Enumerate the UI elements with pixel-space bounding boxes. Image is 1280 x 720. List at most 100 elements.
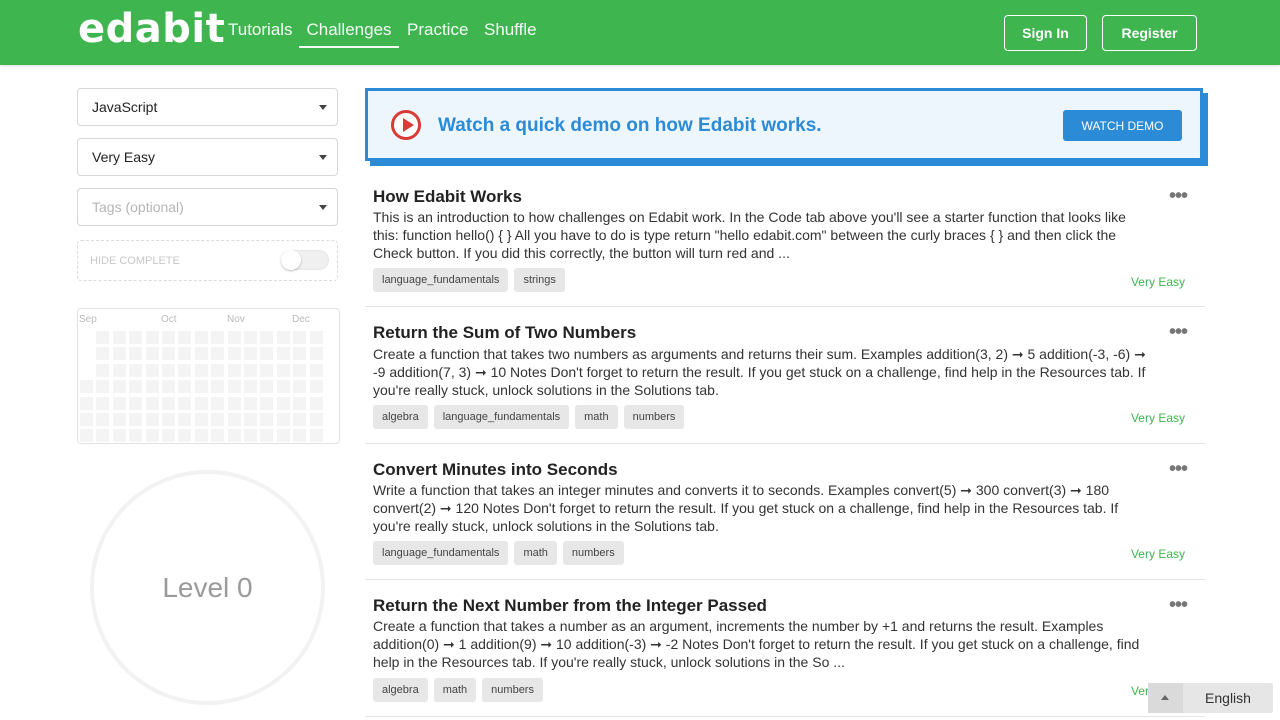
challenge-card[interactable]: How Edabit Works ••• This is an introduc… <box>365 186 1205 307</box>
tag[interactable]: language_fundamentals <box>373 268 509 292</box>
activity-cell <box>259 428 275 444</box>
activity-cell <box>259 412 275 427</box>
activity-cell <box>210 379 226 395</box>
activity-cell <box>144 428 160 444</box>
activity-cell <box>210 412 226 427</box>
challenge-title[interactable]: How Edabit Works <box>373 187 522 207</box>
top-navbar: edabit Tutorials Challenges Practice Shu… <box>0 0 1280 65</box>
activity-cell <box>210 330 226 345</box>
tags-select[interactable]: Tags (optional) <box>77 188 338 226</box>
tags-select-placeholder: Tags (optional) <box>92 199 184 215</box>
watch-demo-button[interactable]: WATCH DEMO <box>1063 110 1182 141</box>
tag[interactable]: numbers <box>562 541 624 565</box>
difficulty-select-value: Very Easy <box>92 149 156 165</box>
play-icon[interactable] <box>391 110 421 140</box>
challenge-title[interactable]: Convert Minutes into Seconds <box>373 460 618 480</box>
more-options-icon[interactable]: ••• <box>1169 186 1188 206</box>
tag[interactable]: numbers <box>482 678 543 702</box>
caret-down-icon <box>319 105 327 110</box>
activity-cell <box>193 412 209 427</box>
activity-cell <box>111 412 127 427</box>
tag[interactable]: algebra <box>373 678 428 702</box>
challenge-card[interactable]: Return the Next Number from the Integer … <box>365 595 1205 717</box>
difficulty-label: Very Easy <box>1130 411 1185 425</box>
activity-cell <box>128 412 144 427</box>
activity-cell <box>161 412 176 427</box>
sign-in-button[interactable]: Sign In <box>1004 15 1087 51</box>
activity-cell <box>243 412 258 427</box>
challenge-description: Write a function that takes an integer m… <box>373 482 1119 534</box>
activity-cell <box>259 395 275 411</box>
activity-cell <box>177 428 193 444</box>
activity-cell <box>308 330 324 345</box>
activity-cell <box>243 395 258 411</box>
month-label: Oct <box>161 314 177 325</box>
tag[interactable]: numbers <box>623 405 685 429</box>
challenge-description: This is an introduction to how challenge… <box>373 209 1126 261</box>
activity-cell <box>243 346 258 362</box>
activity-cell <box>111 379 127 395</box>
level-ring: Level 0 <box>90 470 325 705</box>
toggle-knob <box>281 250 301 270</box>
challenge-description: Create a function that takes a number as… <box>373 618 1140 670</box>
challenge-tags: algebra math numbers <box>373 678 543 702</box>
more-options-icon[interactable]: ••• <box>1169 595 1188 615</box>
more-options-icon[interactable]: ••• <box>1169 459 1188 479</box>
activity-cell <box>226 379 242 395</box>
challenge-title[interactable]: Return the Sum of Two Numbers <box>373 323 636 343</box>
activity-cell <box>144 395 160 411</box>
activity-cell <box>210 395 226 411</box>
activity-cell <box>111 395 127 411</box>
activity-cell <box>292 379 308 395</box>
activity-cell <box>308 379 324 395</box>
activity-cell <box>210 362 226 378</box>
nav-tutorials[interactable]: Tutorials <box>228 20 293 40</box>
hide-complete-toggle[interactable] <box>281 250 329 270</box>
difficulty-select[interactable]: Very Easy <box>77 138 338 176</box>
register-button[interactable]: Register <box>1102 15 1197 51</box>
tag[interactable]: language_fundamentals <box>433 405 570 429</box>
tag[interactable]: language_fundamentals <box>373 541 509 565</box>
challenge-card[interactable]: Return the Sum of Two Numbers ••• Create… <box>365 322 1205 444</box>
activity-cell <box>193 346 209 362</box>
tag[interactable]: algebra <box>373 405 428 429</box>
tag[interactable]: math <box>514 541 557 565</box>
nav-shuffle[interactable]: Shuffle <box>484 20 537 40</box>
language-selector-label: English <box>1205 690 1251 706</box>
tag[interactable]: strings <box>514 268 565 292</box>
nav-challenges[interactable]: Challenges <box>299 20 399 48</box>
activity-cell <box>243 428 258 444</box>
activity-cell <box>177 379 193 395</box>
activity-cell <box>193 379 209 395</box>
activity-cell <box>226 412 242 427</box>
activity-cell <box>243 362 258 378</box>
language-select[interactable]: JavaScript <box>77 88 338 126</box>
challenge-title[interactable]: Return the Next Number from the Integer … <box>373 596 767 616</box>
more-options-icon[interactable]: ••• <box>1169 322 1188 342</box>
activity-cell <box>144 346 160 362</box>
edabit-logo[interactable]: edabit <box>78 6 225 52</box>
tag[interactable]: math <box>575 405 618 429</box>
activity-cell <box>308 395 324 411</box>
challenge-card[interactable]: Convert Minutes into Seconds ••• Write a… <box>365 459 1205 580</box>
activity-cell <box>308 412 324 427</box>
activity-cell <box>243 330 258 345</box>
tag[interactable]: math <box>433 678 477 702</box>
activity-cell <box>226 428 242 444</box>
activity-cell <box>95 395 111 411</box>
caret-down-icon <box>319 205 327 210</box>
hide-complete-filter: HIDE COMPLETE <box>77 240 338 281</box>
nav-practice[interactable]: Practice <box>407 20 468 40</box>
activity-cell <box>161 379 176 395</box>
challenge-tags: language_fundamentals math numbers <box>373 541 624 565</box>
language-selector[interactable]: English <box>1148 683 1273 713</box>
activity-cell <box>308 346 324 362</box>
activity-cell <box>177 330 193 345</box>
activity-heatmap: Sep Oct Nov Dec <box>77 308 340 444</box>
activity-cell <box>308 428 324 444</box>
activity-cell <box>226 346 242 362</box>
activity-cell <box>79 428 94 444</box>
activity-cell <box>193 428 209 444</box>
activity-cell <box>79 395 94 411</box>
activity-cell <box>128 379 144 395</box>
